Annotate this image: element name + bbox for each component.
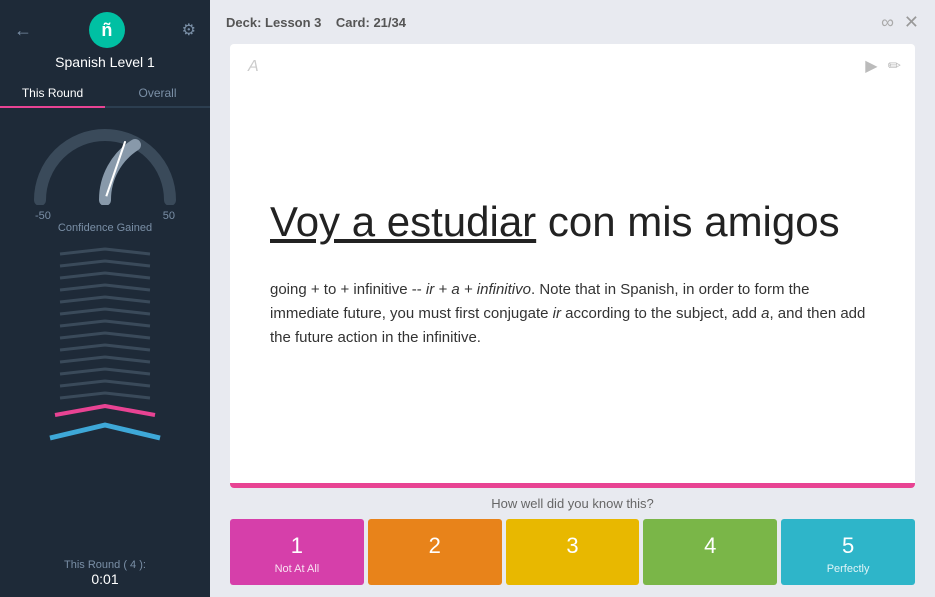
confidence-label: Confidence Gained [58, 222, 152, 234]
app-title: Spanish Level 1 [55, 54, 155, 70]
settings-button[interactable]: ⚙ [182, 20, 196, 40]
stack-area [0, 242, 210, 551]
card-content: Voy a estudiar con mis amigos going + to… [230, 44, 915, 483]
rating-sub-5: Perfectly [827, 563, 870, 575]
flash-card: A ▶ ✏ Voy a estudiar con mis amigos goin… [230, 44, 915, 488]
rating-button-3[interactable]: 3 [506, 519, 640, 585]
rating-number-1: 1 [291, 533, 303, 559]
rating-button-1[interactable]: 1 Not At All [230, 519, 364, 585]
round-time: 0:01 [64, 571, 146, 587]
stack-item [55, 318, 155, 330]
main-content: Deck: Lesson 3 Card: 21/34 ∞ ✕ A ▶ ✏ Voy… [210, 0, 935, 597]
close-button[interactable]: ✕ [904, 12, 919, 33]
stack-item-blue [45, 420, 165, 444]
play-button[interactable]: ▶ [865, 56, 877, 76]
rating-number-3: 3 [566, 533, 578, 559]
gauge-svg [25, 120, 185, 205]
rating-button-5[interactable]: 5 Perfectly [781, 519, 915, 585]
card-sentence: Voy a estudiar con mis amigos [270, 197, 875, 247]
explanation-italic-1: ir + a + infinitivo [426, 281, 531, 298]
sidebar-footer: This Round ( 4 ): 0:01 [64, 551, 146, 597]
top-bar: Deck: Lesson 3 Card: 21/34 ∞ ✕ [210, 0, 935, 44]
stack-item [55, 246, 155, 258]
rating-number-5: 5 [842, 533, 854, 559]
gauge-area [25, 120, 185, 210]
card-side-label: A [248, 58, 259, 76]
back-button[interactable]: ← [14, 20, 32, 41]
tab-this-round[interactable]: This Round [0, 80, 105, 108]
deck-label: Deck: [226, 15, 261, 30]
explanation-text-1: going + to + infinitive -- [270, 281, 426, 298]
rating-sub-1: Not At All [275, 563, 320, 575]
card-value: 21/34 [373, 15, 406, 30]
card-sentence-rest: con mis amigos [536, 198, 839, 245]
card-label: Card: [336, 15, 370, 30]
card-explanation: going + to + infinitive -- ir + a + infi… [270, 278, 870, 350]
card-sentence-underlined: Voy a estudiar [270, 198, 536, 245]
tabs: This Round Overall [0, 80, 210, 108]
stack-item [55, 366, 155, 378]
top-bar-right: ∞ ✕ [881, 12, 919, 33]
card-progress-bar [230, 483, 915, 488]
rating-button-2[interactable]: 2 [368, 519, 502, 585]
rating-buttons: 1 Not At All 2 3 4 5 Perfectly [230, 519, 915, 585]
stack-item [55, 390, 155, 402]
stack-item [55, 378, 155, 390]
rating-number-4: 4 [704, 533, 716, 559]
tab-overall[interactable]: Overall [105, 80, 210, 106]
stack-item [55, 270, 155, 282]
deck-name: Lesson 3 [265, 15, 321, 30]
stack-item [55, 258, 155, 270]
stack-item [55, 282, 155, 294]
explanation-text-3: according to the subject, add [561, 305, 761, 322]
stack-item [55, 342, 155, 354]
rating-button-4[interactable]: 4 [643, 519, 777, 585]
sidebar: ← ñ ⚙ Spanish Level 1 This Round Overall… [0, 0, 210, 597]
sidebar-header: ← ñ ⚙ [0, 0, 210, 54]
explanation-italic-2: ir [553, 305, 561, 322]
infinity-icon: ∞ [881, 12, 894, 33]
gauge-max: 50 [163, 210, 175, 222]
stack-item [55, 354, 155, 366]
gauge-min: -50 [35, 210, 51, 222]
stack-item-pink [50, 402, 160, 420]
stack-item [55, 306, 155, 318]
stack-item [55, 330, 155, 342]
logo: ñ [89, 12, 125, 48]
edit-button[interactable]: ✏ [888, 56, 901, 76]
stack-item [55, 294, 155, 306]
rating-number-2: 2 [429, 533, 441, 559]
round-label: This Round ( 4 ): [64, 559, 146, 571]
rating-question: How well did you know this? [230, 496, 915, 511]
rating-area: How well did you know this? 1 Not At All… [210, 488, 935, 597]
card-actions: ▶ ✏ [865, 56, 901, 76]
deck-info: Deck: Lesson 3 Card: 21/34 [226, 15, 406, 30]
